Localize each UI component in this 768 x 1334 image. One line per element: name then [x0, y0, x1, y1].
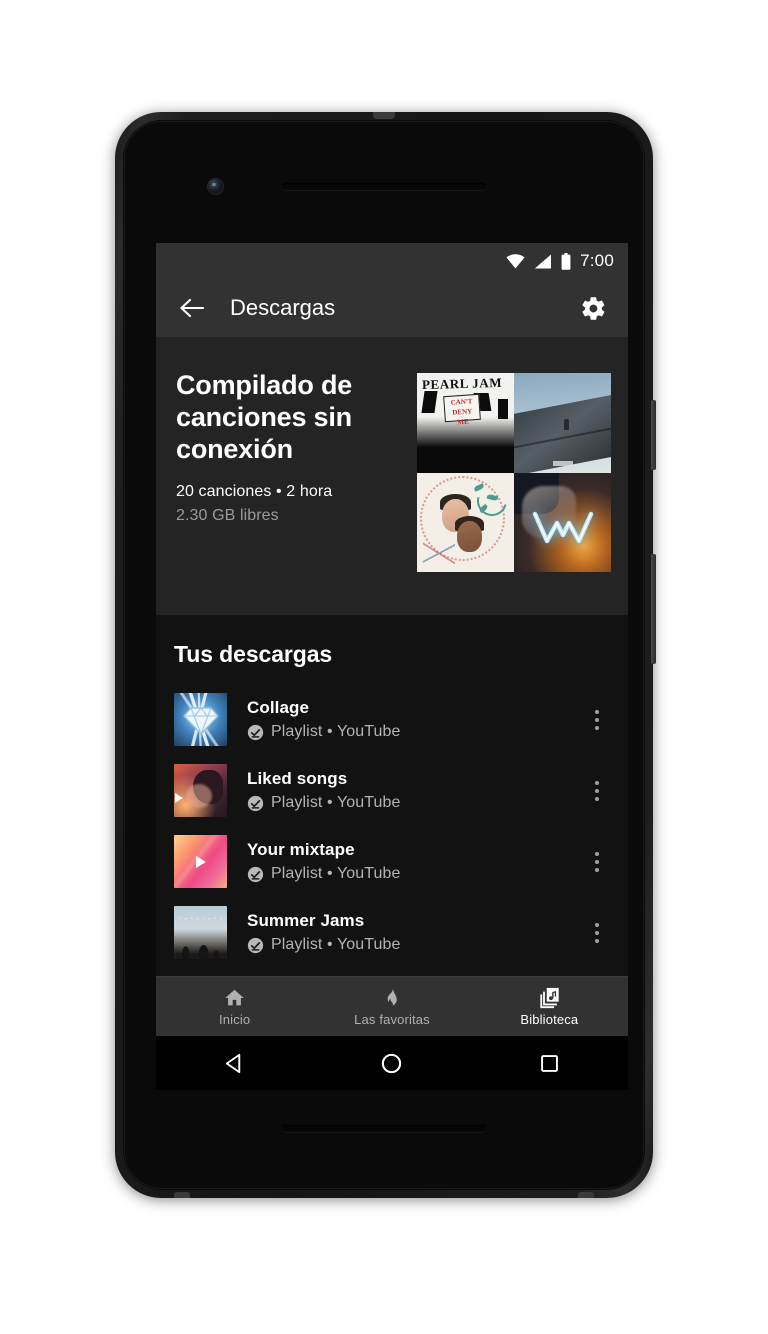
hero-title: Compilado de canciones sin conexión — [176, 370, 353, 464]
app-bar: Descargas — [156, 279, 628, 337]
antenna-nub-top — [373, 112, 395, 119]
offline-mixtape-hero[interactable]: Compilado de canciones sin conexión 20 c… — [156, 337, 628, 615]
back-arrow-icon[interactable] — [174, 291, 208, 325]
playlist-thumbnail-summer — [174, 906, 227, 959]
list-item[interactable]: Summer Jams Playlist • YouTube — [156, 897, 628, 968]
hero-artwork-grid: PEARL JAM CAN'T DENY ME — [417, 373, 611, 572]
list-item-text: Collage Playlist • YouTube — [247, 698, 580, 741]
more-options-icon[interactable] — [580, 911, 614, 955]
playlist-thumbnail-photo — [174, 764, 227, 817]
list-item[interactable]: Your mixtape Playlist • YouTube — [156, 826, 628, 897]
antenna-nub-bottom-left — [174, 1192, 190, 1198]
album-art-illustrated-portrait-wreath — [417, 472, 514, 572]
circle-home-icon[interactable] — [313, 1052, 470, 1075]
downloaded-check-icon — [247, 795, 264, 811]
nav-tab-las-favoritas[interactable]: Las favoritas — [313, 986, 470, 1027]
list-item-subtitle: Playlist • YouTube — [271, 723, 401, 740]
page-title: Descargas — [230, 295, 336, 320]
triangle-back-icon[interactable] — [156, 1052, 313, 1075]
app-screen: 7:00 Descargas Compilado de canciones si… — [156, 243, 628, 1090]
more-options-icon[interactable] — [580, 769, 614, 813]
nav-tab-biblioteca[interactable]: Biblioteca — [471, 986, 628, 1027]
diamond-icon — [182, 706, 219, 736]
downloaded-check-icon — [247, 724, 264, 740]
power-button[interactable] — [651, 400, 656, 470]
list-item-text: Your mixtape Playlist • YouTube — [247, 840, 580, 883]
list-item-subtitle: Playlist • YouTube — [271, 936, 401, 953]
list-item-meta: Playlist • YouTube — [247, 936, 580, 954]
downloads-section-heading: Tus descargas — [156, 615, 628, 684]
album-art-title-text: PEARL JAM — [421, 374, 503, 393]
status-bar-clock: 7:00 — [580, 251, 614, 270]
cellular-signal-icon — [534, 254, 552, 269]
nav-tab-label: Las favoritas — [354, 1012, 430, 1027]
more-options-icon[interactable] — [580, 840, 614, 884]
playlist-thumbnail-diamond — [174, 693, 227, 746]
phone-device-frame: 7:00 Descargas Compilado de canciones si… — [115, 112, 656, 1198]
hero-free-space: 2.30 GB libres — [176, 507, 279, 524]
album-art-alan-walker-neon-w — [514, 472, 611, 572]
nav-tab-label: Biblioteca — [520, 1012, 579, 1027]
list-item-title: Summer Jams — [247, 911, 365, 930]
list-item[interactable]: Collage Playlist • YouTube — [156, 684, 628, 755]
downloads-list: Collage Playlist • YouTube Liked songs P… — [156, 684, 628, 968]
list-item[interactable]: Liked songs Playlist • YouTube — [156, 755, 628, 826]
wifi-icon — [506, 253, 525, 269]
hero-text-block: Compilado de canciones sin conexión 20 c… — [176, 369, 408, 615]
downloaded-check-icon — [247, 937, 264, 953]
phone-screen-area: 7:00 Descargas Compilado de canciones si… — [123, 120, 645, 1190]
list-item-subtitle: Playlist • YouTube — [271, 865, 401, 882]
album-art-rooftop-blue-sky — [514, 373, 611, 473]
flame-icon — [381, 986, 402, 1009]
nav-tab-inicio[interactable]: Inicio — [156, 986, 313, 1027]
earpiece-speaker — [282, 183, 486, 190]
play-triangle-icon — [175, 793, 183, 804]
album-art-protest-sign: CAN'T DENY ME — [443, 393, 481, 426]
home-icon — [223, 986, 246, 1009]
list-item-meta: Playlist • YouTube — [247, 723, 580, 741]
list-item-title: Your mixtape — [247, 840, 355, 859]
nav-tab-label: Inicio — [219, 1012, 251, 1027]
list-item-meta: Playlist • YouTube — [247, 794, 580, 812]
status-bar: 7:00 — [156, 243, 628, 279]
more-options-icon[interactable] — [580, 698, 614, 742]
list-item-title: Collage — [247, 698, 310, 717]
library-music-icon — [538, 986, 561, 1009]
bottom-navigation-bar: Inicio Las favoritas Biblioteca — [156, 976, 628, 1036]
volume-button[interactable] — [651, 554, 656, 664]
list-item-text: Liked songs Playlist • YouTube — [247, 769, 580, 812]
list-item-text: Summer Jams Playlist • YouTube — [247, 911, 580, 954]
android-system-nav-bar — [156, 1036, 628, 1090]
hero-subtitle: 20 canciones • 2 hora — [176, 483, 333, 500]
downloaded-check-icon — [247, 866, 264, 882]
play-triangle-icon — [195, 855, 206, 868]
battery-icon — [561, 252, 571, 270]
front-camera-icon — [208, 179, 223, 194]
bottom-speaker-grille — [282, 1125, 486, 1132]
album-art-pearl-jam-cant-deny-me: PEARL JAM CAN'T DENY ME — [417, 373, 514, 473]
gear-icon[interactable] — [576, 291, 610, 325]
list-item-meta: Playlist • YouTube — [247, 865, 580, 883]
list-item-title: Liked songs — [247, 769, 348, 788]
playlist-thumbnail-mixtape — [174, 835, 227, 888]
list-item-subtitle: Playlist • YouTube — [271, 794, 401, 811]
square-recents-icon[interactable] — [471, 1053, 628, 1074]
antenna-nub-bottom-right — [578, 1192, 594, 1198]
neon-w-logo-icon — [531, 511, 595, 545]
